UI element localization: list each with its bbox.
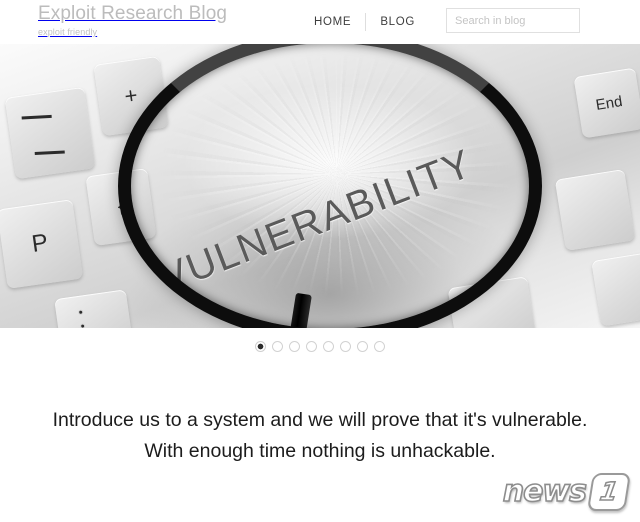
colon-dot-upper [77, 309, 84, 316]
site-brand[interactable]: Exploit Research Blog exploit friendly [38, 3, 227, 38]
news1-watermark: news 1 [480, 472, 632, 512]
keyboard-key-blank-1 [554, 168, 636, 252]
minus-glyph-top [21, 114, 52, 120]
slider-dot-7[interactable] [357, 340, 368, 352]
slider-dot-5[interactable] [323, 340, 334, 352]
slider-dot-1[interactable] [255, 340, 266, 352]
site-title: Exploit Research Blog [38, 3, 228, 24]
slider-dot-3[interactable] [289, 340, 300, 352]
search-input[interactable] [446, 8, 580, 33]
main-navigation: HOME BLOG [300, 12, 429, 32]
minus-glyph-bottom [34, 150, 65, 156]
tagline-line-1: Introduce us to a system and we will pro… [52, 409, 588, 431]
tagline-line-2: With enough time nothing is unhackable. [144, 440, 496, 462]
keyboard-key-end: End [573, 67, 640, 139]
watermark-badge: 1 [586, 473, 632, 511]
slider-pagination [0, 338, 640, 354]
colon-dot-lower [79, 323, 86, 328]
slider-dot-2[interactable] [272, 340, 283, 352]
keyboard-key-minus [4, 86, 96, 180]
slider-dot-6[interactable] [340, 340, 351, 352]
slider-dot-4[interactable] [306, 340, 317, 352]
watermark-badge-label: 1 [597, 476, 621, 507]
magnifier-lens-rim [118, 44, 542, 328]
site-header: Exploit Research Blog exploit friendly H… [0, 0, 640, 44]
nav-item-home[interactable]: HOME [300, 12, 365, 32]
slider-dot-8[interactable] [374, 340, 385, 352]
nav-item-blog[interactable]: BLOG [366, 12, 429, 32]
hero-slider[interactable]: + { P End VULNERABILITY [0, 44, 640, 328]
watermark-text: news [502, 474, 588, 510]
site-tagline: exploit friendly [38, 27, 98, 37]
hero-tagline: Introduce us to a system and we will pro… [0, 405, 640, 467]
keyboard-key-p: P [0, 199, 84, 289]
